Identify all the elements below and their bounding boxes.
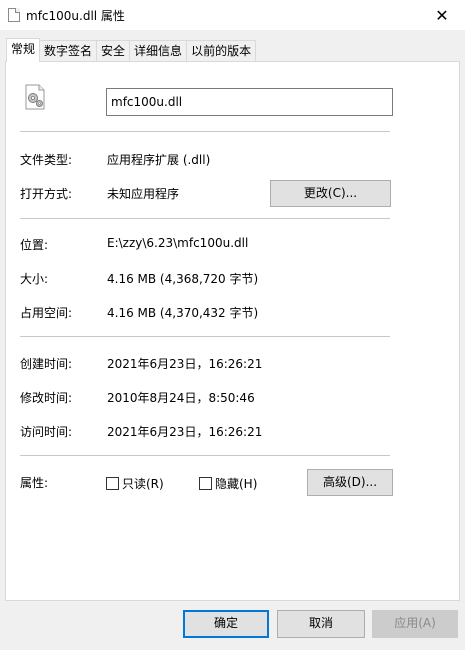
hidden-checkbox[interactable] (199, 477, 212, 490)
title-bar: mfc100u.dll 属性 ✕ (0, 0, 465, 30)
size-label: 大小: (20, 272, 49, 286)
size-on-disk-value: 4.16 MB (4,370,432 字节) (107, 306, 259, 320)
modified-value: 2010年8月24日，8:50:46 (107, 391, 255, 405)
created-label: 创建时间: (20, 357, 73, 371)
ok-button[interactable]: 确定 (183, 610, 269, 638)
size-on-disk-label: 占用空间: (20, 306, 73, 320)
readonly-checkbox[interactable] (106, 477, 119, 490)
size-value: 4.16 MB (4,368,720 字节) (107, 272, 259, 286)
accessed-value: 2021年6月23日，16:26:21 (107, 425, 263, 439)
open-with-value: 未知应用程序 (107, 187, 180, 201)
file-name-input[interactable] (106, 88, 393, 116)
location-value: E:\zzy\6.23\mfc100u.dll (107, 236, 249, 250)
created-value: 2021年6月23日，16:26:21 (107, 357, 263, 371)
divider (20, 131, 390, 132)
tab-digital-signatures[interactable]: 数字签名 (39, 40, 98, 62)
settings-file-icon (25, 84, 45, 110)
open-with-label: 打开方式: (20, 187, 73, 201)
file-icon (8, 8, 20, 22)
close-icon: ✕ (435, 5, 449, 25)
hidden-label[interactable]: 隐藏(H) (215, 475, 257, 492)
change-button[interactable]: 更改(C)... (270, 180, 391, 207)
general-panel (5, 61, 460, 601)
accessed-label: 访问时间: (20, 425, 73, 439)
tab-strip: 常规 数字签名 安全 详细信息 以前的版本 (6, 38, 257, 62)
divider (20, 455, 390, 456)
apply-button[interactable]: 应用(A) (372, 610, 458, 638)
readonly-label[interactable]: 只读(R) (122, 475, 164, 492)
window-title: mfc100u.dll 属性 (26, 9, 125, 23)
attributes-label: 属性: (20, 476, 49, 490)
tab-previous-versions[interactable]: 以前的版本 (186, 40, 257, 62)
tab-security[interactable]: 安全 (96, 40, 131, 62)
close-button[interactable]: ✕ (419, 0, 465, 30)
location-label: 位置: (20, 238, 49, 252)
tab-details[interactable]: 详细信息 (129, 40, 188, 62)
modified-label: 修改时间: (20, 391, 73, 405)
file-type-value: 应用程序扩展 (.dll) (107, 153, 211, 167)
divider (20, 218, 390, 219)
file-type-label: 文件类型: (20, 153, 73, 167)
tab-general[interactable]: 常规 (6, 38, 41, 62)
cancel-button[interactable]: 取消 (277, 610, 365, 638)
advanced-button[interactable]: 高级(D)... (307, 469, 393, 496)
divider (20, 336, 390, 337)
